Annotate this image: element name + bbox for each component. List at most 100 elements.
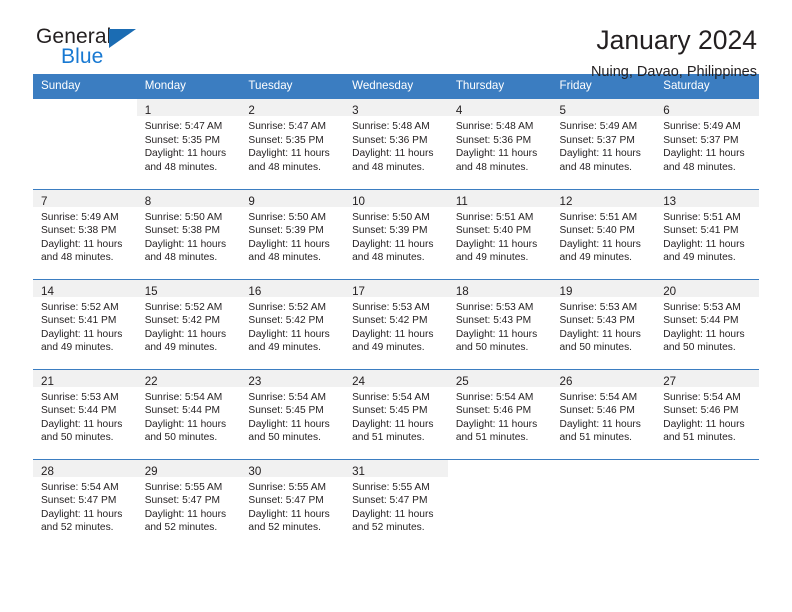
sunset-time: Sunset: 5:35 PM [144, 134, 221, 146]
sunrise-time: Sunrise: 5:50 AM [352, 211, 430, 223]
day-number-band: 19 [551, 279, 656, 298]
day-number-band: 23 [240, 369, 345, 388]
daylight-duration-line2: and 52 minutes. [41, 522, 114, 534]
calendar-day-cell[interactable]: 17 Sunrise: 5:53 AM Sunset: 5:42 PM Dayligh… [344, 279, 448, 369]
sunrise-time: Sunrise: 5:51 AM [455, 211, 534, 223]
calendar-day-cell[interactable]: 18 Sunrise: 5:53 AM Sunset: 5:43 PM Dayligh… [447, 279, 552, 369]
calendar-day-cell[interactable]: 27 Sunrise: 5:54 AM Sunset: 5:46 PM Dayligh… [655, 369, 759, 459]
calendar-day-cell[interactable]: 19 Sunrise: 5:53 AM Sunset: 5:43 PM Dayligh… [551, 279, 656, 369]
daylight-duration-line2: and 48 minutes. [352, 252, 425, 264]
day-details: Sunrise: 5:52 AM Sunset: 5:42 PM Daylight:… [137, 297, 241, 355]
calendar-day-cell[interactable]: 15 Sunrise: 5:52 AM Sunset: 5:42 PM Dayligh… [136, 279, 241, 369]
calendar-day-cell[interactable]: 9 Sunrise: 5:50 AM Sunset: 5:39 PM Daylight… [240, 189, 345, 279]
calendar-day-cell[interactable]: 4 Sunrise: 5:48 AM Sunset: 5:36 PM Daylight… [447, 99, 552, 189]
day-number-band [33, 99, 137, 116]
calendar-day-cell[interactable]: 26 Sunrise: 5:54 AM Sunset: 5:46 PM Dayligh… [551, 369, 656, 459]
sunset-time: Sunset: 5:47 PM [41, 495, 117, 507]
sunrise-time: Sunrise: 5:53 AM [41, 391, 119, 403]
day-details: Sunrise: 5:55 AM Sunset: 5:47 PM Daylight:… [240, 477, 344, 535]
day-number: 10 [352, 194, 366, 208]
sunset-time: Sunset: 5:40 PM [455, 225, 532, 237]
day-number-band: 3 [344, 99, 448, 117]
calendar-day-cell[interactable]: 10 Sunrise: 5:50 AM Sunset: 5:39 PM Dayligh… [344, 189, 448, 279]
day-details: Sunrise: 5:55 AM Sunset: 5:47 PM Daylight:… [344, 477, 448, 535]
sunrise-time: Sunrise: 5:51 AM [663, 211, 741, 223]
day-number: 9 [248, 194, 255, 208]
daylight-duration-line2: and 51 minutes. [559, 432, 633, 444]
calendar-day-cell[interactable]: 23 Sunrise: 5:54 AM Sunset: 5:45 PM Dayligh… [240, 369, 345, 459]
calendar-day-cell[interactable]: 8 Sunrise: 5:50 AM Sunset: 5:38 PM Daylight… [136, 189, 241, 279]
daylight-duration-line2: and 48 minutes. [559, 161, 633, 173]
daylight-duration-line1: Daylight: 11 hours [559, 328, 641, 340]
day-details: Sunrise: 5:50 AM Sunset: 5:38 PM Daylight:… [137, 207, 241, 265]
day-number-band: 16 [240, 279, 345, 298]
daylight-duration-line1: Daylight: 11 hours [144, 238, 227, 250]
daylight-duration-line1: Daylight: 11 hours [455, 418, 538, 430]
sunrise-time: Sunrise: 5:49 AM [559, 121, 638, 132]
day-details: Sunrise: 5:53 AM Sunset: 5:43 PM Daylight:… [448, 297, 552, 355]
calendar-day-cell[interactable]: 21 Sunrise: 5:53 AM Sunset: 5:44 PM Dayligh… [33, 369, 137, 459]
day-number: 12 [559, 194, 573, 208]
day-number: 23 [248, 374, 262, 388]
calendar-week-row: 1 Sunrise: 5:47 AM Sunset: 5:35 PM Daylight… [33, 99, 759, 189]
sunrise-time: Sunrise: 5:50 AM [248, 211, 326, 223]
calendar-day-cell[interactable]: 16 Sunrise: 5:52 AM Sunset: 5:42 PM Dayligh… [240, 279, 345, 369]
day-number-band: 22 [136, 369, 241, 388]
calendar-page: General Blue January 2024 Nuing, Davao, … [0, 0, 792, 612]
sunrise-time: Sunrise: 5:52 AM [41, 301, 119, 313]
day-details: Sunrise: 5:47 AM Sunset: 5:35 PM Daylight:… [240, 116, 344, 174]
daylight-duration-line1: Daylight: 11 hours [663, 328, 745, 340]
day-details: Sunrise: 5:54 AM Sunset: 5:45 PM Daylight:… [240, 387, 344, 445]
sunset-time: Sunset: 5:37 PM [663, 134, 739, 146]
calendar-day-cell[interactable]: 24 Sunrise: 5:54 AM Sunset: 5:45 PM Dayligh… [344, 369, 448, 459]
sunset-time: Sunset: 5:38 PM [41, 225, 117, 237]
sunset-time: Sunset: 5:42 PM [248, 315, 324, 327]
day-details: Sunrise: 5:54 AM Sunset: 5:47 PM Daylight:… [33, 477, 137, 535]
weekday-header-monday: Monday [136, 74, 241, 99]
day-number-band: 26 [551, 369, 656, 388]
daylight-duration-line2: and 49 minutes. [144, 342, 218, 354]
sunset-time: Sunset: 5:41 PM [663, 225, 739, 237]
calendar-day-cell[interactable]: 25 Sunrise: 5:54 AM Sunset: 5:46 PM Dayligh… [447, 369, 552, 459]
daylight-duration-line2: and 48 minutes. [455, 161, 529, 173]
daylight-duration-line2: and 48 minutes. [144, 161, 218, 173]
calendar-day-cell[interactable]: 13 Sunrise: 5:51 AM Sunset: 5:41 PM Dayligh… [655, 189, 759, 279]
calendar-day-cell[interactable]: 30 Sunrise: 5:55 AM Sunset: 5:47 PM Dayligh… [240, 459, 345, 549]
daylight-duration-line2: and 50 minutes. [663, 342, 736, 354]
calendar-day-cell[interactable]: 31 Sunrise: 5:55 AM Sunset: 5:47 PM Dayligh… [344, 459, 448, 549]
calendar-day-cell[interactable]: 1 Sunrise: 5:47 AM Sunset: 5:35 PM Daylight… [136, 99, 241, 189]
day-number-band: 15 [136, 279, 241, 298]
sunset-time: Sunset: 5:39 PM [352, 225, 428, 237]
calendar-day-cell[interactable]: 12 Sunrise: 5:51 AM Sunset: 5:40 PM Dayligh… [551, 189, 656, 279]
daylight-duration-line1: Daylight: 11 hours [663, 148, 745, 160]
day-details: Sunrise: 5:54 AM Sunset: 5:46 PM Daylight:… [552, 387, 656, 445]
calendar-day-cell[interactable]: 2 Sunrise: 5:47 AM Sunset: 5:35 PM Daylight… [240, 99, 345, 189]
day-details: Sunrise: 5:53 AM Sunset: 5:42 PM Daylight:… [344, 297, 448, 355]
sunrise-time: Sunrise: 5:47 AM [248, 121, 326, 132]
calendar-day-cell[interactable]: 29 Sunrise: 5:55 AM Sunset: 5:47 PM Dayligh… [136, 459, 241, 549]
sunset-time: Sunset: 5:38 PM [144, 225, 221, 237]
calendar-day-cell[interactable]: 11 Sunrise: 5:51 AM Sunset: 5:40 PM Dayligh… [447, 189, 552, 279]
daylight-duration-line1: Daylight: 11 hours [248, 508, 330, 520]
daylight-duration-line1: Daylight: 11 hours [455, 238, 538, 250]
calendar-day-cell[interactable]: 7 Sunrise: 5:49 AM Sunset: 5:38 PM Daylight… [33, 189, 137, 279]
weekday-header-sunday: Sunday [33, 74, 137, 99]
calendar-day-cell[interactable]: 28 Sunrise: 5:54 AM Sunset: 5:47 PM Dayligh… [33, 459, 137, 549]
day-number-band: 2 [240, 99, 345, 117]
calendar-day-cell[interactable]: 3 Sunrise: 5:48 AM Sunset: 5:36 PM Daylight… [344, 99, 448, 189]
sunrise-time: Sunrise: 5:54 AM [248, 391, 326, 403]
day-number-band: 7 [33, 189, 137, 208]
calendar-day-cell[interactable]: 14 Sunrise: 5:52 AM Sunset: 5:41 PM Dayligh… [33, 279, 137, 369]
day-details: Sunrise: 5:50 AM Sunset: 5:39 PM Daylight:… [240, 207, 344, 265]
daylight-duration-line1: Daylight: 11 hours [663, 418, 745, 430]
day-number: 30 [248, 464, 262, 478]
daylight-duration-line2: and 50 minutes. [41, 432, 114, 444]
calendar-day-cell[interactable]: 22 Sunrise: 5:54 AM Sunset: 5:44 PM Dayligh… [136, 369, 241, 459]
day-number: 21 [41, 374, 54, 388]
daylight-duration-line1: Daylight: 11 hours [248, 238, 330, 250]
calendar-week-row: 14 Sunrise: 5:52 AM Sunset: 5:41 PM Dayligh… [33, 279, 759, 369]
calendar-day-cell[interactable]: 6 Sunrise: 5:49 AM Sunset: 5:37 PM Daylight… [655, 99, 759, 189]
calendar-day-cell[interactable]: 20 Sunrise: 5:53 AM Sunset: 5:44 PM Dayligh… [655, 279, 759, 369]
sunrise-time: Sunrise: 5:48 AM [352, 121, 430, 132]
calendar-day-cell[interactable]: 5 Sunrise: 5:49 AM Sunset: 5:37 PM Daylight… [551, 99, 656, 189]
